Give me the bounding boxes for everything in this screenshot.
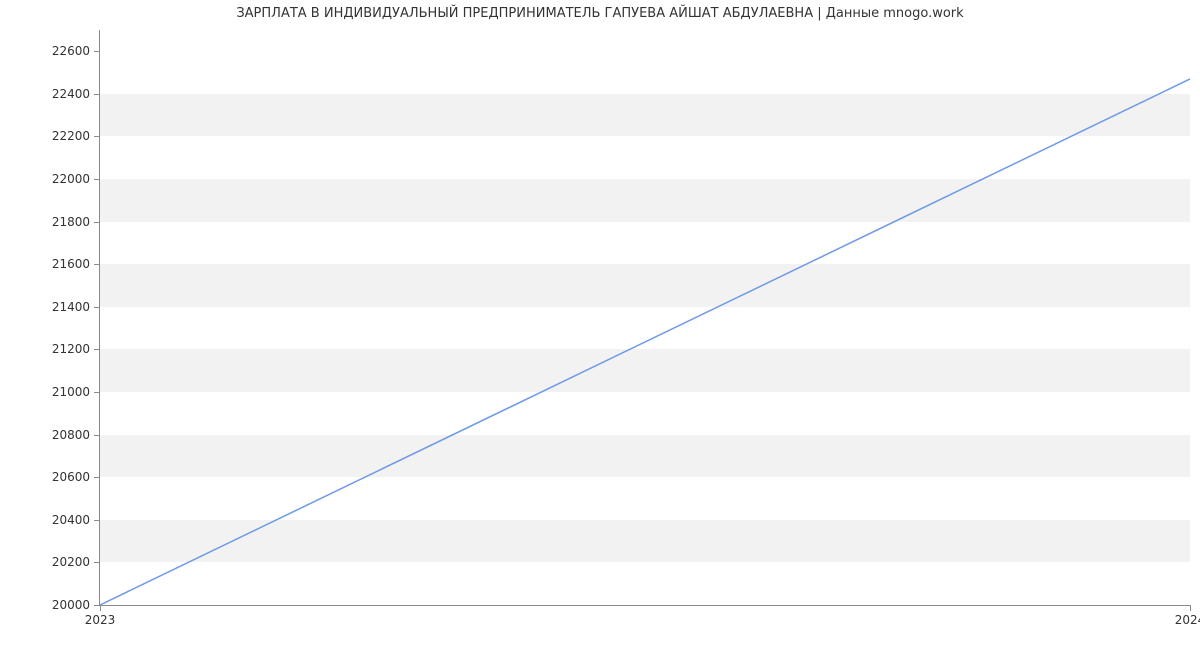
x-tick-label: 2024 [1175,613,1200,627]
y-tick [94,562,100,563]
y-tick [94,94,100,95]
y-tick-label: 22600 [52,44,90,58]
y-tick-label: 20400 [52,513,90,527]
chart-title: ЗАРПЛАТА В ИНДИВИДУАЛЬНЫЙ ПРЕДПРИНИМАТЕЛ… [0,6,1200,21]
y-tick [94,179,100,180]
x-tick [100,605,101,611]
y-tick-label: 21600 [52,257,90,271]
y-tick-label: 20200 [52,555,90,569]
y-tick [94,136,100,137]
y-tick [94,392,100,393]
y-tick-label: 21200 [52,342,90,356]
y-tick-label: 22000 [52,172,90,186]
y-tick-label: 21800 [52,215,90,229]
chart-container: ЗАРПЛАТА В ИНДИВИДУАЛЬНЫЙ ПРЕДПРИНИМАТЕЛ… [0,0,1200,650]
y-tick [94,307,100,308]
y-tick-label: 20600 [52,470,90,484]
y-tick-label: 20800 [52,428,90,442]
y-tick-label: 22200 [52,129,90,143]
y-tick [94,222,100,223]
y-tick-label: 20000 [52,598,90,612]
data-line [100,30,1190,605]
y-tick [94,520,100,521]
y-tick [94,264,100,265]
y-tick [94,435,100,436]
y-tick-label: 21000 [52,385,90,399]
x-axis-line [100,605,1190,606]
x-tick [1190,605,1191,611]
y-tick [94,51,100,52]
plot-area: 2000020200204002060020800210002120021400… [100,30,1190,605]
x-tick-label: 2023 [85,613,116,627]
y-tick [94,477,100,478]
y-tick-label: 21400 [52,300,90,314]
y-tick-label: 22400 [52,87,90,101]
y-tick [94,349,100,350]
